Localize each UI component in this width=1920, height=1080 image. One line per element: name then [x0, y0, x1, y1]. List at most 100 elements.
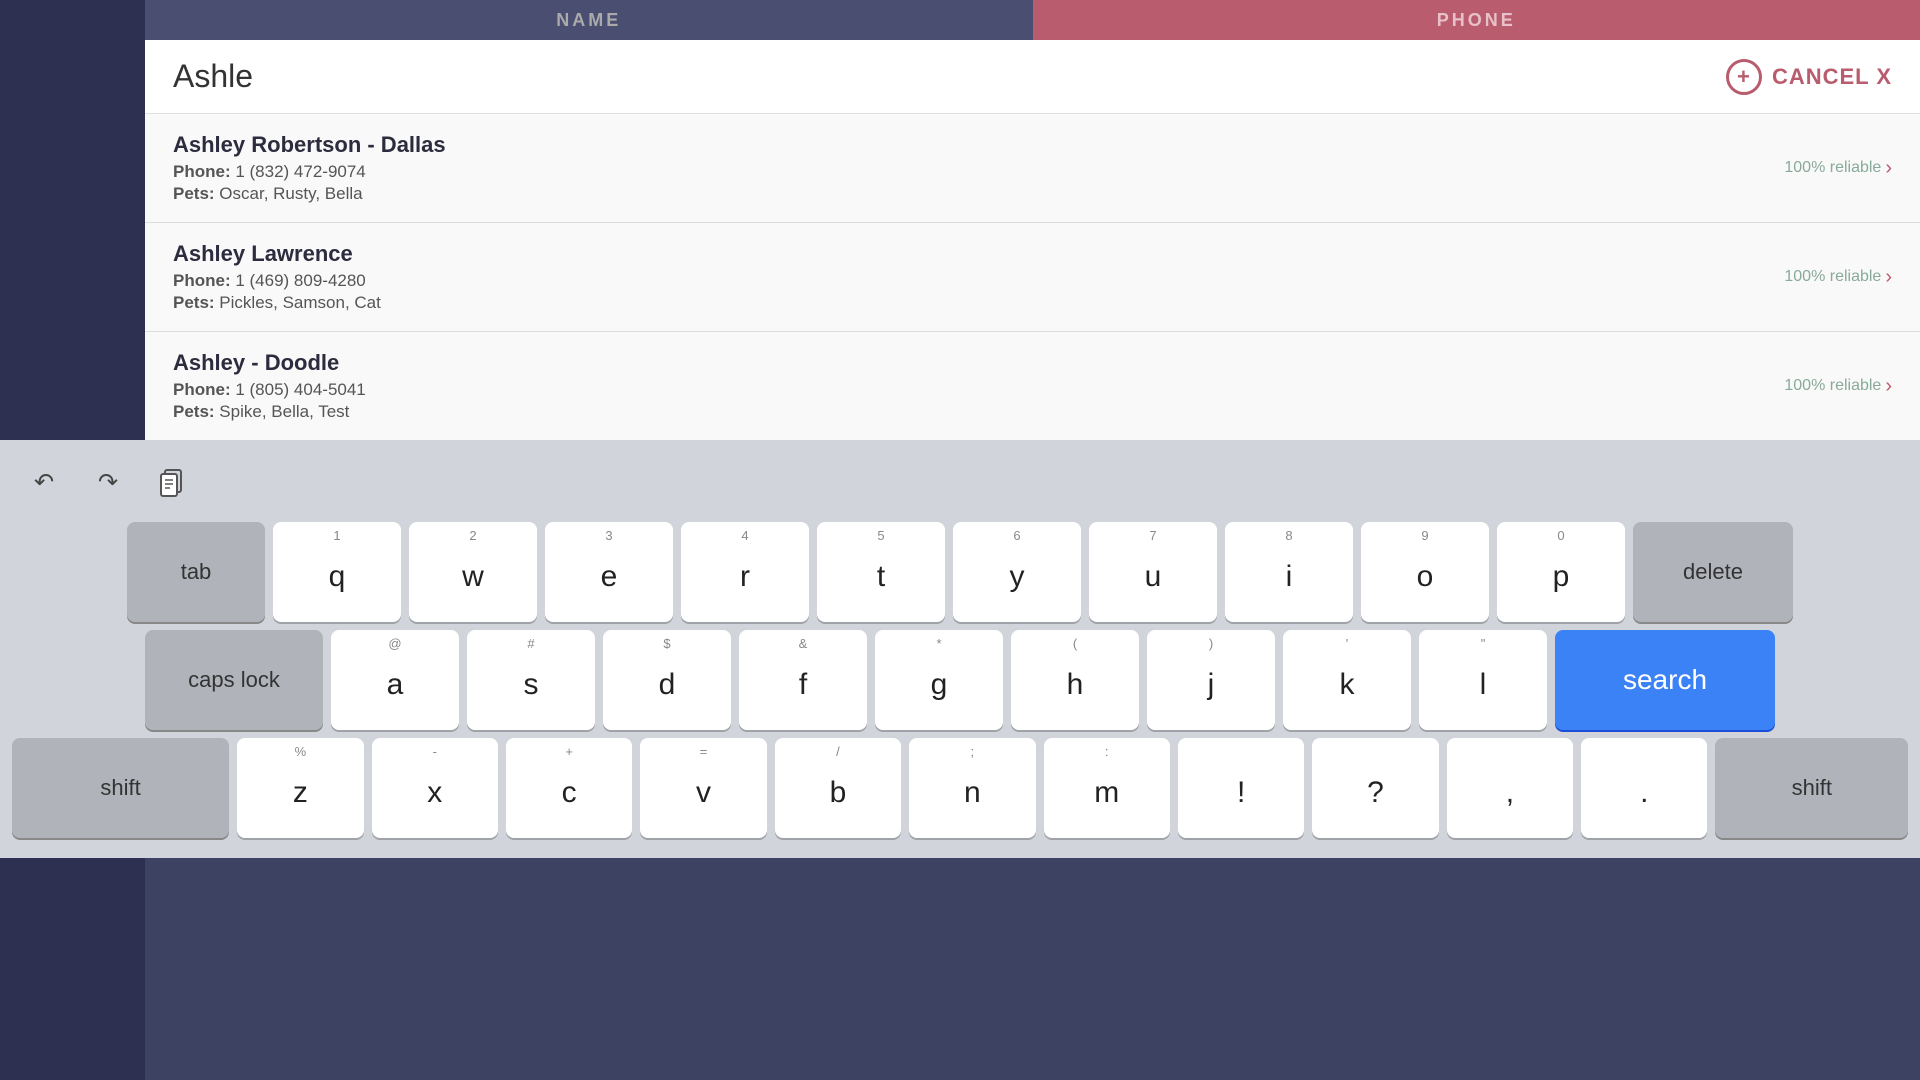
key-letter: q [329, 560, 346, 594]
key-e[interactable]: 3e [545, 522, 673, 622]
key-j[interactable]: )j [1147, 630, 1275, 730]
result-reliability: 100% reliable › [1784, 157, 1892, 180]
key-letter: s [524, 668, 539, 702]
header-phone-col: PHONE [1033, 0, 1920, 40]
result-reliability: 100% reliable › [1784, 266, 1892, 289]
key-symbol: & [799, 636, 808, 651]
key-letter: w [462, 560, 484, 594]
key-number: 6 [1013, 528, 1020, 543]
key-y[interactable]: 6y [953, 522, 1081, 622]
key-symbol: @ [388, 636, 401, 651]
key-letter: f [799, 668, 807, 702]
phone-col-label: PHONE [1437, 10, 1516, 31]
key-symbol: + [565, 744, 573, 759]
result-pets: Pets: Spike, Bella, Test [173, 402, 1784, 422]
key-i[interactable]: 8i [1225, 522, 1353, 622]
key-symbol: % [295, 744, 307, 759]
key-symbol: $ [663, 636, 670, 651]
key-number: 3 [605, 528, 612, 543]
key-t[interactable]: 5t [817, 522, 945, 622]
key-letter: . [1640, 776, 1648, 810]
key-d[interactable]: $d [603, 630, 731, 730]
key-symbol: ( [1073, 636, 1077, 651]
key-letter: m [1094, 776, 1119, 810]
chevron-right-icon: › [1885, 375, 1892, 398]
result-info: Ashley Lawrence Phone: 1 (469) 809-4280 … [173, 241, 1784, 313]
key-number: 7 [1149, 528, 1156, 543]
shift-right-key[interactable]: shift [1715, 738, 1908, 838]
key-letter: i [1286, 560, 1293, 594]
key-symbol: # [527, 636, 534, 651]
keyboard-rows: tab1q2w3e4r5t6y7u8i9o0pdelete caps lock@… [0, 516, 1920, 858]
key-b[interactable]: /b [775, 738, 901, 838]
caps-lock-key[interactable]: caps lock [145, 630, 323, 730]
result-name: Ashley - Doodle [173, 350, 1784, 376]
key-symbol: ' [1346, 636, 1348, 651]
key-q[interactable]: 1q [273, 522, 401, 622]
key-l[interactable]: "l [1419, 630, 1547, 730]
key-letter: u [1145, 560, 1162, 594]
key-?[interactable]: ? [1312, 738, 1438, 838]
keyboard-row-3: shift%z-x+c=v/b;n:m!?,.shift [12, 738, 1908, 838]
key-v[interactable]: =v [640, 738, 766, 838]
result-name: Ashley Robertson - Dallas [173, 132, 1784, 158]
result-item[interactable]: Ashley Robertson - Dallas Phone: 1 (832)… [145, 114, 1920, 223]
key-x[interactable]: -x [372, 738, 498, 838]
key-u[interactable]: 7u [1089, 522, 1217, 622]
key-number: 4 [741, 528, 748, 543]
key-w[interactable]: 2w [409, 522, 537, 622]
keyboard-row-2: caps lock@a#s$d&f*g(h)j'k"lsearch [12, 630, 1908, 730]
key-s[interactable]: #s [467, 630, 595, 730]
search-input[interactable]: Ashle [173, 58, 1726, 95]
key-p[interactable]: 0p [1497, 522, 1625, 622]
result-item[interactable]: Ashley Lawrence Phone: 1 (469) 809-4280 … [145, 223, 1920, 332]
key-letter: b [830, 776, 847, 810]
cancel-circle-icon: + [1726, 59, 1762, 95]
key-k[interactable]: 'k [1283, 630, 1411, 730]
header-name-col: NAME [145, 0, 1033, 40]
key-,[interactable]: , [1447, 738, 1573, 838]
clipboard-button[interactable] [148, 458, 196, 506]
key-f[interactable]: &f [739, 630, 867, 730]
keyboard-toolbar: ↶ ↷ [0, 450, 1920, 516]
key-m[interactable]: :m [1044, 738, 1170, 838]
key-letter: , [1506, 776, 1514, 810]
key-z[interactable]: %z [237, 738, 363, 838]
result-phone: Phone: 1 (832) 472-9074 [173, 162, 1784, 182]
shift-left-key[interactable]: shift [12, 738, 229, 838]
result-item[interactable]: Ashley - Doodle Phone: 1 (805) 404-5041 … [145, 332, 1920, 441]
search-key[interactable]: search [1555, 630, 1775, 730]
chevron-right-icon: › [1885, 266, 1892, 289]
key-o[interactable]: 9o [1361, 522, 1489, 622]
result-pets: Pets: Oscar, Rusty, Bella [173, 184, 1784, 204]
key-letter: p [1553, 560, 1570, 594]
key-number: 2 [469, 528, 476, 543]
key-letter: r [740, 560, 750, 594]
redo-button[interactable]: ↷ [84, 458, 132, 506]
key-letter: c [562, 776, 577, 810]
key-symbol: = [700, 744, 708, 759]
key-letter: y [1010, 560, 1025, 594]
key-.[interactable]: . [1581, 738, 1707, 838]
key-h[interactable]: (h [1011, 630, 1139, 730]
key-symbol: ; [971, 744, 975, 759]
header-bar: NAME PHONE [145, 0, 1920, 40]
key-number: 8 [1285, 528, 1292, 543]
key-letter: t [877, 560, 885, 594]
key-![interactable]: ! [1178, 738, 1304, 838]
cancel-button[interactable]: + CANCEL X [1726, 59, 1892, 95]
key-r[interactable]: 4r [681, 522, 809, 622]
key-n[interactable]: ;n [909, 738, 1035, 838]
key-letter: n [964, 776, 981, 810]
search-input-row: Ashle + CANCEL X [145, 40, 1920, 114]
undo-button[interactable]: ↶ [20, 458, 68, 506]
tab-key[interactable]: tab [127, 522, 265, 622]
key-a[interactable]: @a [331, 630, 459, 730]
key-symbol: ) [1209, 636, 1213, 651]
result-phone: Phone: 1 (805) 404-5041 [173, 380, 1784, 400]
key-g[interactable]: *g [875, 630, 1003, 730]
result-info: Ashley Robertson - Dallas Phone: 1 (832)… [173, 132, 1784, 204]
key-c[interactable]: +c [506, 738, 632, 838]
key-number: 0 [1557, 528, 1564, 543]
delete-key[interactable]: delete [1633, 522, 1793, 622]
